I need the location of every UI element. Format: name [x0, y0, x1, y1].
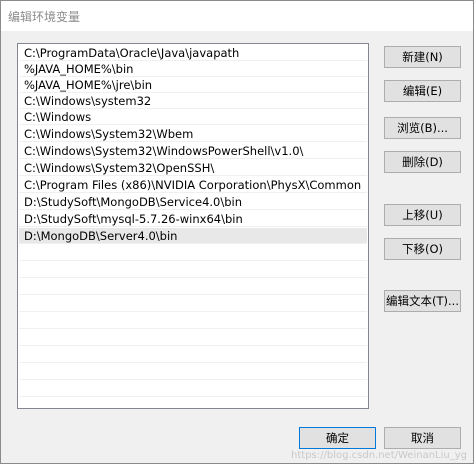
- move-up-button[interactable]: 上移(U): [384, 204, 461, 226]
- edit-text-button[interactable]: 编辑文本(T)...: [384, 290, 461, 312]
- watermark: https://blog.csdn.net/WeinanLiu_yg: [291, 450, 467, 461]
- empty-row[interactable]: [19, 330, 367, 346]
- list-item[interactable]: C:\Windows\System32\Wbem: [19, 126, 367, 142]
- empty-row[interactable]: [19, 347, 367, 363]
- list-item[interactable]: D:\StudySoft\mysql-5.7.26-winx64\bin: [19, 211, 367, 227]
- cancel-button[interactable]: 取消: [384, 427, 461, 449]
- empty-row[interactable]: [19, 279, 367, 295]
- list-item[interactable]: D:\StudySoft\MongoDB\Service4.0\bin: [19, 194, 367, 210]
- browse-button[interactable]: 浏览(B)...: [384, 117, 461, 139]
- delete-button[interactable]: 删除(D): [384, 151, 461, 173]
- list-item[interactable]: C:\Windows\system32: [19, 93, 367, 109]
- list-item[interactable]: C:\Program Files (x86)\NVIDIA Corporatio…: [19, 177, 367, 193]
- edit-button[interactable]: 编辑(E): [384, 80, 461, 102]
- list-item[interactable]: C:\ProgramData\Oracle\Java\javapath: [19, 45, 367, 61]
- path-list[interactable]: C:\ProgramData\Oracle\Java\javapath %JAV…: [17, 43, 369, 409]
- list-item[interactable]: %JAVA_HOME%\bin: [19, 61, 367, 77]
- edit-env-variable-dialog: 编辑环境变量 C:\ProgramData\Oracle\Java\javapa…: [0, 0, 474, 464]
- move-down-button[interactable]: 下移(O): [384, 238, 461, 260]
- new-button[interactable]: 新建(N): [384, 46, 461, 68]
- list-item[interactable]: C:\Windows\System32\WindowsPowerShell\v1…: [19, 143, 367, 159]
- list-item[interactable]: C:\Windows: [19, 109, 367, 125]
- empty-row[interactable]: [19, 313, 367, 329]
- empty-row[interactable]: [19, 296, 367, 312]
- empty-row[interactable]: [19, 245, 367, 261]
- list-item[interactable]: C:\Windows\System32\OpenSSH\: [19, 160, 367, 176]
- list-item-selected[interactable]: D:\MongoDB\Server4.0\bin: [19, 228, 367, 244]
- title-bar: 编辑环境变量: [1, 1, 473, 31]
- empty-row[interactable]: [19, 262, 367, 278]
- list-item[interactable]: %JAVA_HOME%\jre\bin: [19, 77, 367, 93]
- ok-button[interactable]: 确定: [299, 427, 376, 449]
- empty-row[interactable]: [19, 381, 367, 397]
- empty-row[interactable]: [19, 364, 367, 380]
- dialog-title: 编辑环境变量: [8, 10, 81, 24]
